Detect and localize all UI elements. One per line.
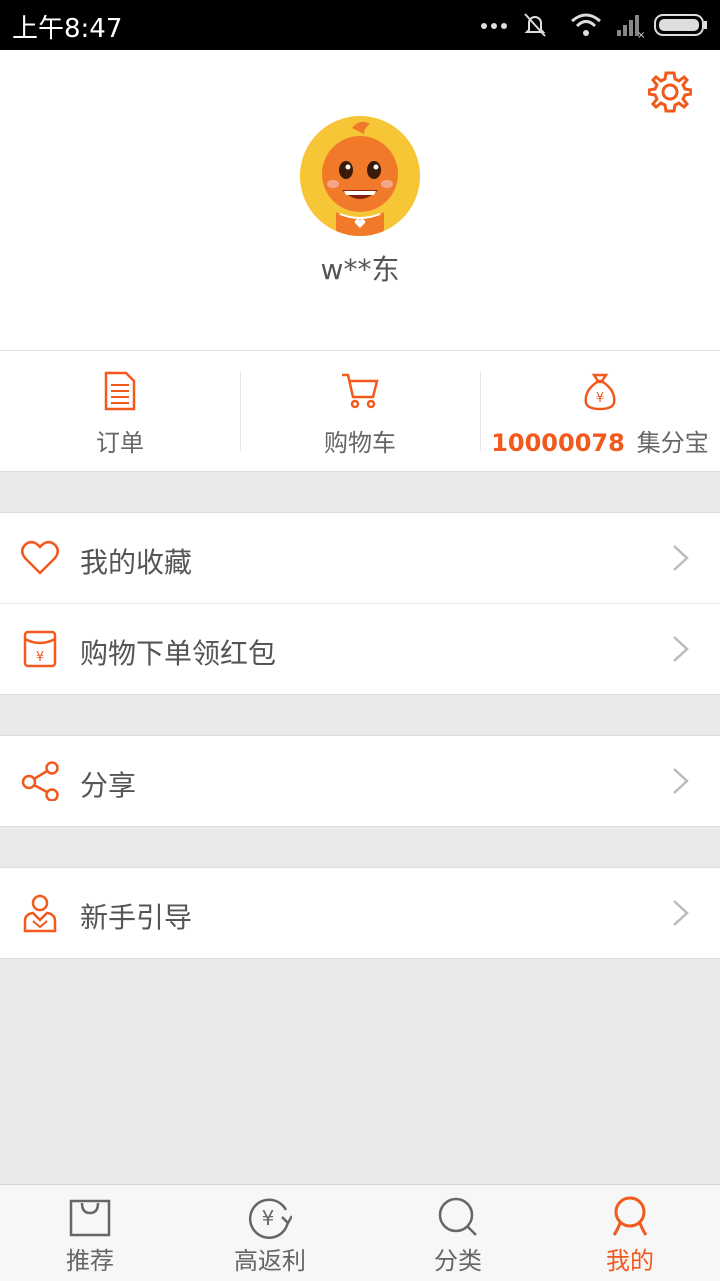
mute-bell-icon [524,13,546,37]
bottom-nav: 推荐 ¥ 高返利 分类 我的 [0,1184,720,1281]
menu-item-label: 购物下单领红包 [80,637,277,670]
tab-label: 分类 [434,1247,482,1275]
menu-item-label: 分享 [80,769,137,802]
menu-item-red-packet[interactable]: ¥ 购物下单领红包 [0,603,720,694]
points-button[interactable]: ¥ 10000078 集分宝 [480,351,720,471]
yen-cycle-icon: ¥ [248,1198,292,1239]
menu-item-favorites[interactable]: 我的收藏 [0,513,720,603]
cart-button[interactable]: 购物车 [240,351,480,471]
username: w**东 [320,253,400,286]
cart-label: 购物车 [324,429,396,457]
menu-group-guide: 新手引导 [0,867,720,959]
orders-label: 订单 [96,429,144,457]
svg-text:¥: ¥ [262,1206,275,1230]
chevron-right-icon [673,768,689,794]
signal-icon: × [617,15,645,40]
tab-recommend[interactable]: 推荐 [0,1185,180,1281]
status-time: 上午8:47 [12,14,123,44]
quick-actions: 订单 购物车 ¥ 10000078 集分宝 [0,350,720,472]
chevron-right-icon [673,900,689,926]
tab-category[interactable]: 分类 [368,1185,548,1281]
shopping-bag-icon [69,1199,111,1237]
menu-item-share[interactable]: 分享 [0,736,720,826]
orders-button[interactable]: 订单 [0,351,240,471]
battery-icon [654,14,707,36]
menu-group-share: 分享 [0,735,720,827]
tab-mine[interactable]: 我的 [540,1185,720,1281]
menu-group-main: 我的收藏 ¥ 购物下单领红包 [0,512,720,695]
heart-icon [21,540,59,575]
menu-item-label: 新手引导 [80,901,193,934]
tab-label: 高返利 [234,1247,306,1275]
wifi-icon [571,13,601,36]
points-label: 集分宝 [636,429,709,457]
status-bar: 上午8:47 × [0,0,720,50]
menu-item-guide[interactable]: 新手引导 [0,868,720,958]
menu-item-label: 我的收藏 [80,546,193,579]
avatar[interactable] [300,116,420,236]
profile-header: w**东 [0,50,720,350]
more-dots-icon [481,23,507,29]
profile-icon [612,1196,648,1236]
red-packet-icon: ¥ [23,630,57,668]
money-bag-icon: ¥ [584,373,616,411]
tab-label: 我的 [606,1247,654,1275]
chevron-right-icon [673,636,689,662]
cart-icon [342,373,379,409]
tab-label: 推荐 [66,1247,114,1275]
share-icon [21,761,59,801]
chevron-right-icon [673,545,689,571]
svg-text:×: × [637,30,645,40]
points-row: 10000078 集分宝 [480,423,720,458]
points-value: 10000078 [491,429,625,457]
svg-text:¥: ¥ [596,391,604,406]
svg-text:¥: ¥ [36,650,44,665]
mascot-avatar-image [300,116,420,236]
settings-gear-icon[interactable] [648,70,692,114]
document-icon [104,371,136,411]
tab-high-rebate[interactable]: ¥ 高返利 [180,1185,360,1281]
user-guide-icon [23,894,57,933]
search-icon [438,1197,477,1236]
